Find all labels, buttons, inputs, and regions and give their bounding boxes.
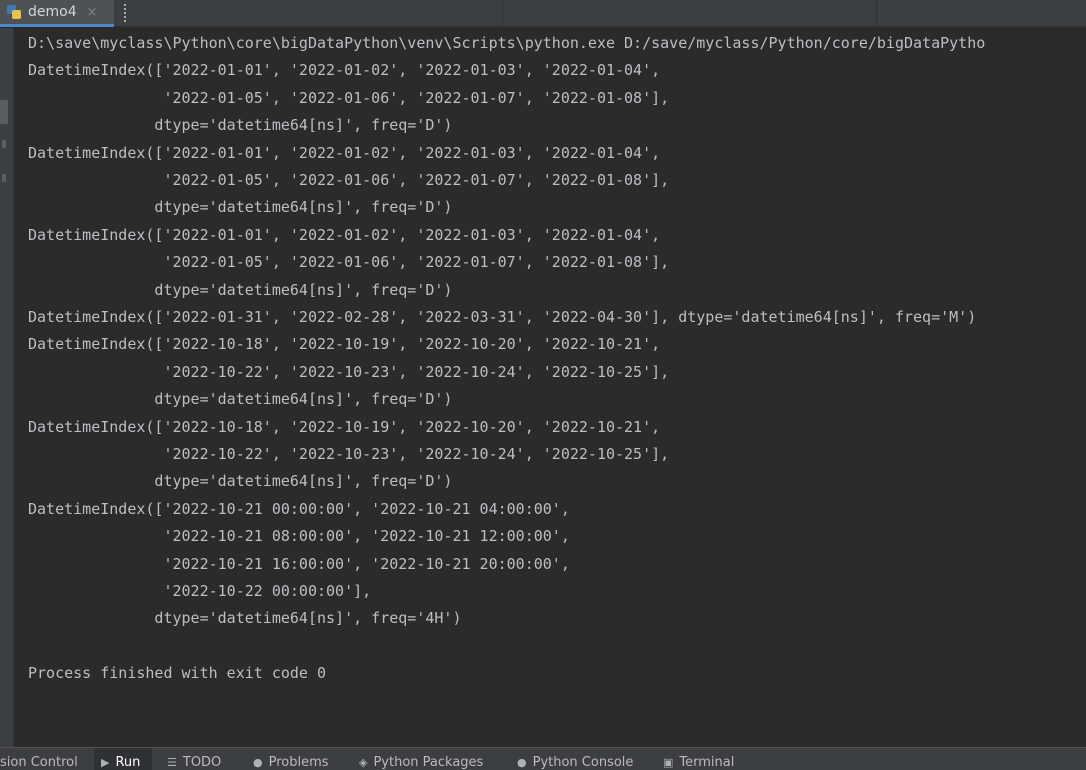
tool-window-run[interactable]: ▶ Run xyxy=(94,748,152,770)
console-line: D:\save\myclass\Python\core\bigDataPytho… xyxy=(28,34,986,52)
run-console-output[interactable]: D:\save\myclass\Python\core\bigDataPytho… xyxy=(14,28,1086,747)
tab-bar-divider xyxy=(502,0,503,27)
console-line: dtype='datetime64[ns]', freq='D') xyxy=(28,116,453,135)
tool-window-python-packages[interactable]: ◈ Python Packages xyxy=(352,748,498,770)
console-line: DatetimeIndex(['2022-10-18', '2022-10-19… xyxy=(28,417,661,436)
tool-window-label: Problems xyxy=(268,755,329,770)
run-toolbar-gutter xyxy=(0,28,14,747)
tool-window-label: Python Console xyxy=(532,755,634,770)
stop-icon[interactable] xyxy=(2,140,6,148)
tool-window-terminal[interactable]: ▣ Terminal xyxy=(656,748,746,770)
run-icon: ▶ xyxy=(101,756,110,769)
tool-window-label: Python Packages xyxy=(373,755,484,770)
console-line: DatetimeIndex(['2022-10-18', '2022-10-19… xyxy=(28,335,661,354)
tab-bar-divider xyxy=(876,0,877,27)
console-line: dtype='datetime64[ns]', freq='4H') xyxy=(28,609,462,628)
tool-window-sion-control[interactable]: sion Control xyxy=(0,748,82,770)
console-line: '2022-10-21 16:00:00', '2022-10-21 20:00… xyxy=(28,554,570,573)
editor-tab-bar: demo4 × xyxy=(0,0,1086,27)
editor-tab-demo4[interactable]: demo4 × xyxy=(0,0,114,27)
console-line: DatetimeIndex(['2022-01-01', '2022-01-02… xyxy=(28,143,661,162)
tool-window-todo[interactable]: ☰ TODO xyxy=(160,748,238,770)
console-line: dtype='datetime64[ns]', freq='D') xyxy=(28,280,453,299)
console-line: '2022-10-22 00:00:00'], xyxy=(28,582,372,600)
tab-options-icon[interactable] xyxy=(124,4,127,22)
console-line: DatetimeIndex(['2022-10-21 00:00:00', '2… xyxy=(28,499,570,518)
console-line: dtype='datetime64[ns]', freq='D') xyxy=(28,472,453,491)
todo-icon: ☰ xyxy=(167,756,177,769)
console-line: DatetimeIndex(['2022-01-01', '2022-01-02… xyxy=(28,225,661,244)
wrap-icon[interactable] xyxy=(2,174,6,182)
console-line: DatetimeIndex(['2022-01-01', '2022-01-02… xyxy=(28,61,661,80)
tool-window-problems[interactable]: ● Problems xyxy=(246,748,342,770)
console-line: dtype='datetime64[ns]', freq='D') xyxy=(28,198,453,217)
tool-window-label: Terminal xyxy=(679,755,735,770)
tool-window-label: sion Control xyxy=(0,755,78,770)
tool-window-label: TODO xyxy=(182,755,222,770)
terminal-icon: ▣ xyxy=(663,756,674,769)
console-line: '2022-10-22', '2022-10-23', '2022-10-24'… xyxy=(28,362,670,381)
console-line: DatetimeIndex(['2022-01-31', '2022-02-28… xyxy=(28,308,977,326)
console-line: '2022-01-05', '2022-01-06', '2022-01-07'… xyxy=(28,88,670,107)
tool-window-bar: sion Control ▶ Run ☰ TODO ● Problems ◈ Python Pa… xyxy=(0,747,1086,770)
problems-icon: ● xyxy=(253,756,263,769)
tool-window-label: Run xyxy=(115,755,141,770)
console-line: '2022-10-21 08:00:00', '2022-10-21 12:00… xyxy=(28,527,570,546)
console-line: dtype='datetime64[ns]', freq='D') xyxy=(28,390,453,409)
console-line: '2022-10-22', '2022-10-23', '2022-10-24'… xyxy=(28,445,670,463)
rerun-icon[interactable] xyxy=(0,100,8,124)
editor-tab-title: demo4 xyxy=(28,4,77,20)
console-line: '2022-01-05', '2022-01-06', '2022-01-07'… xyxy=(28,171,670,189)
console-line: '2022-01-05', '2022-01-06', '2022-01-07'… xyxy=(28,253,670,272)
python-packages-icon: ◈ xyxy=(359,756,368,769)
python-console-icon: ● xyxy=(517,756,527,769)
close-icon[interactable]: × xyxy=(87,5,98,20)
console-line: Process finished with exit code 0 xyxy=(28,664,327,683)
python-file-icon xyxy=(6,4,22,20)
tool-window-python-console[interactable]: ● Python Console xyxy=(510,748,642,770)
